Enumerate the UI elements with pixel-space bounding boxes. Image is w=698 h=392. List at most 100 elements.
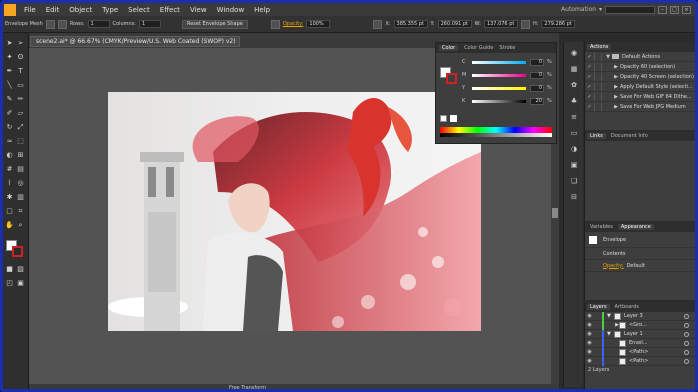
eye-icon[interactable]: ◉	[585, 340, 594, 346]
x-field[interactable]: 385.355 pt	[393, 20, 428, 28]
tab-links[interactable]: Links	[587, 133, 606, 139]
menu-view[interactable]: View	[185, 6, 212, 14]
pen-tool-icon[interactable]: ✒	[5, 67, 14, 76]
brushes-icon[interactable]: ✿	[569, 80, 579, 90]
check-icon[interactable]: ✓	[585, 64, 594, 70]
swatches-icon[interactable]: ▦	[569, 64, 579, 74]
chevron-right-icon[interactable]: ▶	[607, 322, 619, 328]
reference-point-icon[interactable]	[373, 19, 383, 29]
chevron-down-icon[interactable]: ▼	[607, 313, 614, 319]
mesh-tool-icon[interactable]: #	[5, 165, 14, 174]
tab-layers[interactable]: Layers	[587, 304, 610, 310]
action-row[interactable]: ✓ ▶ Save For Web JPG Medium	[585, 102, 695, 112]
target-icon[interactable]	[684, 322, 689, 328]
chevron-down-icon[interactable]: ▼	[604, 54, 612, 60]
draw-mode-icon[interactable]: ◰	[5, 279, 14, 288]
eyedropper-icon[interactable]: ⌇	[5, 179, 14, 188]
gradient-icon[interactable]: ▭	[569, 128, 579, 138]
tab-appearance[interactable]: Appearance	[617, 224, 654, 230]
menu-file[interactable]: File	[19, 6, 41, 14]
chevron-down-icon[interactable]: ▼	[607, 331, 614, 337]
magic-wand-icon[interactable]: ✦	[5, 53, 14, 62]
channel-m-value[interactable]: 0	[530, 72, 544, 79]
y-field[interactable]: 260.091 pt	[437, 20, 472, 28]
menu-object[interactable]: Object	[64, 6, 97, 14]
align-icon[interactable]: ⊟	[569, 192, 579, 202]
channel-c-slider[interactable]	[472, 61, 526, 64]
symbols-icon[interactable]: ♣	[569, 96, 579, 106]
action-row[interactable]: ✓ ▶ Apply Default Style (selecti...	[585, 82, 695, 92]
channel-k-slider[interactable]	[472, 100, 526, 103]
lasso-icon[interactable]: ʘ	[16, 53, 25, 62]
close-button[interactable]: ×	[682, 5, 691, 14]
edit-envelope-icon[interactable]	[45, 19, 55, 29]
layers-icon[interactable]: ❏	[569, 176, 579, 186]
check-icon[interactable]: ✓	[585, 94, 594, 100]
tab-actions[interactable]: Actions	[587, 44, 612, 50]
transparency-icon[interactable]: ◑	[569, 144, 579, 154]
opacity-field[interactable]: 100%	[306, 20, 331, 28]
opacity-link[interactable]: Opacity:	[603, 263, 624, 269]
channel-k-value[interactable]: 20	[530, 98, 544, 105]
menu-effect[interactable]: Effect	[155, 6, 185, 14]
target-icon[interactable]	[684, 331, 689, 337]
menu-select[interactable]: Select	[123, 6, 155, 14]
action-row[interactable]: ✓ ▶ Opacity 60 (selection)	[585, 62, 695, 72]
stroke-swatch[interactable]	[12, 246, 23, 257]
menu-type[interactable]: Type	[97, 6, 123, 14]
style-icon[interactable]	[270, 19, 280, 29]
eye-icon[interactable]: ◉	[585, 313, 594, 319]
chevron-right-icon[interactable]: ▶	[612, 104, 620, 110]
channel-y-slider[interactable]	[472, 87, 526, 90]
slice-tool-icon[interactable]: ⌗	[16, 207, 25, 216]
tab-artboards[interactable]: Artboards	[612, 304, 642, 310]
line-tool-icon[interactable]: ╲	[5, 81, 14, 90]
columns-field[interactable]: 1	[138, 20, 161, 28]
type-tool-icon[interactable]: T	[16, 67, 25, 76]
eye-icon[interactable]: ◉	[585, 358, 594, 364]
tab-stroke[interactable]: Stroke	[499, 45, 515, 51]
shape-builder-icon[interactable]: ◐	[5, 151, 14, 160]
target-icon[interactable]	[684, 349, 689, 355]
screen-mode-icon[interactable]: ▣	[16, 279, 25, 288]
tab-color-guide[interactable]: Color Guide	[464, 45, 493, 51]
edit-contents-icon[interactable]	[57, 19, 67, 29]
menu-help[interactable]: Help	[249, 6, 275, 14]
minimize-button[interactable]: –	[658, 5, 667, 14]
channel-m-slider[interactable]	[472, 74, 526, 77]
check-icon[interactable]: ✓	[585, 74, 594, 80]
check-icon[interactable]: ✓	[585, 84, 594, 90]
channel-c-value[interactable]: 0	[530, 59, 544, 66]
chevron-down-icon[interactable]: ▾	[599, 6, 602, 13]
action-row[interactable]: ✓ ▶ Save For Web GIF 64 Dithe...	[585, 92, 695, 102]
graphic-styles-icon[interactable]: ▣	[569, 160, 579, 170]
white-swatch[interactable]	[450, 115, 457, 122]
color-spectrum[interactable]	[440, 127, 552, 137]
channel-y-value[interactable]: 0	[530, 85, 544, 92]
stroke-icon[interactable]: ≡	[569, 112, 579, 122]
eye-icon[interactable]: ◉	[585, 322, 594, 328]
gradient-tool-icon[interactable]: ▤	[16, 165, 25, 174]
selection-tool-icon[interactable]: ➤	[5, 39, 14, 48]
target-icon[interactable]	[684, 358, 689, 364]
document-tab[interactable]: scene2.ai* @ 66.67% (CMYK/Preview/U.S. W…	[30, 36, 240, 47]
chevron-right-icon[interactable]: ▶	[612, 64, 620, 70]
appearance-contents-row[interactable]: Contents	[585, 248, 695, 260]
target-icon[interactable]	[684, 313, 689, 319]
gradient-mode-icon[interactable]: ▨	[16, 265, 25, 274]
action-row[interactable]: ✓ ▼ Default Actions	[585, 52, 695, 62]
free-transform-icon[interactable]: ⬚	[16, 137, 25, 146]
workspace-switcher[interactable]: Automation	[561, 6, 596, 13]
link-icon[interactable]	[520, 19, 530, 29]
color-mode-icon[interactable]: ■	[5, 265, 14, 274]
blend-tool-icon[interactable]: ◎	[16, 179, 25, 188]
h-field[interactable]: 279.286 pt	[541, 20, 576, 28]
eraser-icon[interactable]: ▱	[16, 109, 25, 118]
chevron-right-icon[interactable]: ▶	[612, 84, 620, 90]
menu-window[interactable]: Window	[212, 6, 250, 14]
target-icon[interactable]	[684, 340, 689, 346]
scrollbar-thumb[interactable]	[552, 208, 558, 218]
blob-brush-icon[interactable]: ✐	[5, 109, 14, 118]
color-icon[interactable]: ◉	[569, 48, 579, 58]
check-icon[interactable]: ✓	[585, 54, 594, 60]
